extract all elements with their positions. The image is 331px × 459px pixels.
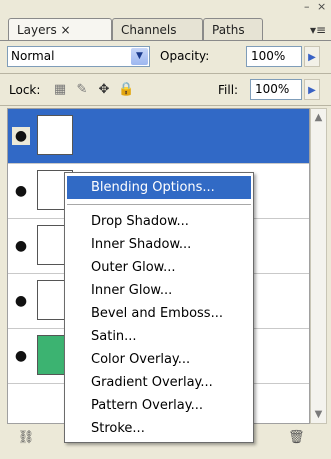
close-icon[interactable]: ×: [317, 1, 329, 13]
menu-item-inner-shadow[interactable]: Inner Shadow...: [65, 233, 253, 256]
layer-style-context-menu: Blending Options... Drop Shadow... Inner…: [64, 172, 254, 443]
fill-slider-arrow-icon[interactable]: ▶: [304, 79, 320, 100]
link-layers-icon[interactable]: ⛓: [16, 430, 36, 446]
scroll-up-icon[interactable]: ▲: [311, 109, 326, 126]
fill-input[interactable]: 100%: [250, 79, 302, 100]
divider: [0, 105, 331, 106]
lock-label: Lock:: [9, 83, 41, 97]
lock-position-icon[interactable]: ✥: [96, 82, 112, 98]
opacity-input[interactable]: 100%: [246, 46, 302, 67]
menu-item-bevel-and-emboss[interactable]: Bevel and Emboss...: [65, 302, 253, 325]
menu-item-outer-glow[interactable]: Outer Glow...: [65, 256, 253, 279]
lock-all-icon[interactable]: 🔒: [118, 82, 134, 98]
panel-menu-icon[interactable]: ▾≡: [309, 22, 327, 38]
tab-layers[interactable]: Layers ×: [8, 18, 112, 40]
eye-icon[interactable]: ●: [12, 182, 30, 200]
layer-row[interactable]: ●: [8, 109, 309, 164]
lock-image-icon[interactable]: ✎: [74, 82, 90, 98]
blend-mode-select[interactable]: Normal ▼: [7, 46, 150, 67]
fill-label: Fill:: [218, 83, 239, 97]
eye-icon[interactable]: ●: [12, 127, 30, 145]
eye-icon[interactable]: ●: [12, 347, 30, 365]
tab-divider: [0, 40, 331, 41]
opacity-label: Opacity:: [160, 49, 210, 63]
layer-thumbnail: [37, 115, 73, 155]
eye-icon[interactable]: ●: [12, 237, 30, 255]
menu-item-satin[interactable]: Satin...: [65, 325, 253, 348]
menu-item-blending-options[interactable]: Blending Options...: [67, 176, 251, 199]
menu-item-color-overlay[interactable]: Color Overlay...: [65, 348, 253, 371]
divider: [0, 73, 331, 74]
scroll-down-icon[interactable]: ▼: [311, 406, 326, 423]
minimize-icon[interactable]: –: [304, 1, 314, 13]
trash-icon[interactable]: 🗑: [288, 430, 305, 446]
menu-item-gradient-overlay[interactable]: Gradient Overlay...: [65, 371, 253, 394]
menu-item-stroke[interactable]: Stroke...: [65, 417, 253, 440]
layer-list-scrollbar[interactable]: ▲ ▼: [310, 108, 327, 424]
tab-channels[interactable]: Channels: [112, 18, 203, 40]
menu-item-inner-glow[interactable]: Inner Glow...: [65, 279, 253, 302]
menu-separator: [67, 204, 251, 205]
eye-icon[interactable]: ●: [12, 292, 30, 310]
menu-item-pattern-overlay[interactable]: Pattern Overlay...: [65, 394, 253, 417]
blend-mode-value: Normal: [11, 49, 55, 63]
chevron-down-icon[interactable]: ▼: [131, 48, 148, 65]
tab-paths[interactable]: Paths: [203, 18, 263, 40]
opacity-slider-arrow-icon[interactable]: ▶: [304, 46, 320, 67]
lock-transparent-icon[interactable]: ▦: [52, 82, 68, 98]
menu-item-drop-shadow[interactable]: Drop Shadow...: [65, 210, 253, 233]
